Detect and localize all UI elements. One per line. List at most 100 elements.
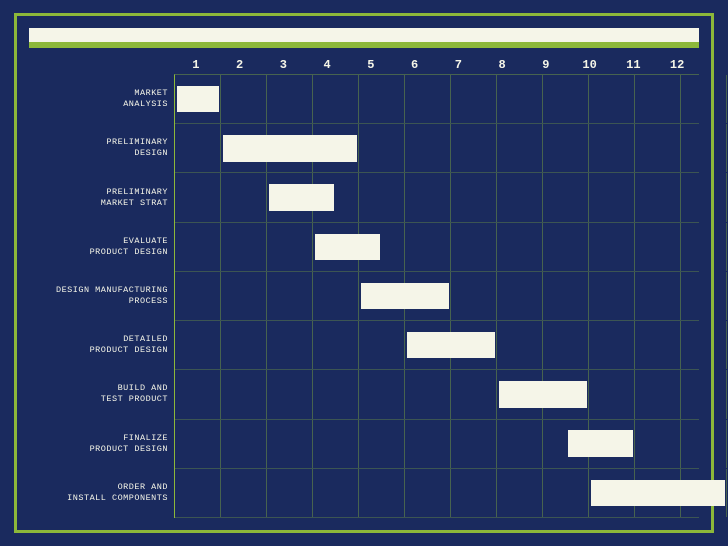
gantt-cell [451, 420, 497, 468]
gantt-cell [313, 321, 359, 369]
row-label: PRELIMINARY DESIGN [30, 137, 168, 159]
gantt-cell [497, 173, 543, 221]
gantt-cell [635, 75, 681, 123]
gantt-cell [405, 420, 451, 468]
gantt-row: DETAILED PRODUCT DESIGN [175, 321, 699, 370]
gantt-cell [543, 272, 589, 320]
gantt-cell [681, 420, 727, 468]
col-header: 7 [437, 56, 481, 74]
gantt-bar [223, 135, 357, 162]
gantt-cell [497, 469, 543, 517]
gantt-cell [497, 124, 543, 172]
col-header: 3 [262, 56, 306, 74]
gantt-row: FINALIZE PRODUCT DESIGN [175, 420, 699, 469]
gantt-cell [497, 272, 543, 320]
gantt-cell [359, 469, 405, 517]
gantt-cell [221, 469, 267, 517]
col-header: 9 [524, 56, 568, 74]
gantt-cell [175, 370, 221, 418]
gantt-bar [177, 86, 219, 113]
gantt-cell [681, 173, 727, 221]
gantt-cell [359, 173, 405, 221]
gantt-cell [589, 321, 635, 369]
gantt-cell [359, 75, 405, 123]
gantt-cell [589, 370, 635, 418]
gantt-row: MARKET ANALYSIS [175, 75, 699, 124]
gantt-cell [589, 223, 635, 271]
gantt-cell [175, 124, 221, 172]
gantt-cell [359, 370, 405, 418]
col-header: 1 [174, 56, 218, 74]
gantt-cell [543, 124, 589, 172]
gantt-cell [635, 420, 681, 468]
gantt-cell [589, 124, 635, 172]
gantt-cell [221, 370, 267, 418]
gantt-cell [359, 124, 405, 172]
gantt-cell [405, 370, 451, 418]
gantt-bar [591, 480, 725, 507]
gantt-cell [497, 75, 543, 123]
col-header: 8 [480, 56, 524, 74]
column-headers: 123456789101112 [174, 56, 699, 74]
gantt-grid: MARKET ANALYSISPRELIMINARY DESIGNPRELIMI… [174, 74, 699, 518]
gantt-cell [635, 173, 681, 221]
gantt-cell [543, 469, 589, 517]
gantt-cell [405, 223, 451, 271]
gantt-bar [407, 332, 495, 359]
chart-area: 123456789101112 MARKET ANALYSISPRELIMINA… [29, 56, 699, 518]
gantt-cell [359, 420, 405, 468]
gantt-row: DESIGN MANUFACTURING PROCESS [175, 272, 699, 321]
gantt-cell [405, 469, 451, 517]
gantt-cell [175, 173, 221, 221]
gantt-cell [267, 223, 313, 271]
gantt-cell [635, 124, 681, 172]
gantt-cell [497, 321, 543, 369]
gantt-cell [221, 223, 267, 271]
gantt-cell [635, 321, 681, 369]
gantt-row: PRELIMINARY MARKET STRAT [175, 173, 699, 222]
gantt-cell [451, 272, 497, 320]
gantt-cell [451, 124, 497, 172]
col-header: 4 [305, 56, 349, 74]
row-label: EVALUATE PRODUCT DESIGN [30, 236, 168, 258]
gantt-bar [499, 381, 587, 408]
col-header: 2 [218, 56, 262, 74]
gantt-cell [681, 321, 727, 369]
gantt-cell [221, 173, 267, 221]
gantt-cell [681, 124, 727, 172]
gantt-cell [589, 75, 635, 123]
gantt-cell [313, 370, 359, 418]
gantt-bar [315, 234, 380, 261]
gantt-cell [451, 223, 497, 271]
row-label: FINALIZE PRODUCT DESIGN [30, 433, 168, 455]
gantt-cell [589, 173, 635, 221]
gantt-cell [175, 321, 221, 369]
gantt-cell [267, 370, 313, 418]
gantt-cell [681, 272, 727, 320]
gantt-cell [451, 173, 497, 221]
gantt-cell [313, 75, 359, 123]
gantt-cell [681, 370, 727, 418]
col-header: 5 [349, 56, 393, 74]
subtitle-bar [29, 42, 699, 48]
gantt-cell [635, 370, 681, 418]
gantt-cell [543, 223, 589, 271]
gantt-cell [405, 75, 451, 123]
gantt-cell [313, 469, 359, 517]
col-header: 6 [393, 56, 437, 74]
row-label: MARKET ANALYSIS [30, 88, 168, 110]
gantt-cell [267, 272, 313, 320]
col-header: 12 [655, 56, 699, 74]
gantt-cell [589, 272, 635, 320]
gantt-cell [451, 370, 497, 418]
gantt-cell [267, 75, 313, 123]
gantt-row: BUILD AND TEST PRODUCT [175, 370, 699, 419]
col-header: 10 [568, 56, 612, 74]
row-label: DESIGN MANUFACTURING PROCESS [30, 285, 168, 307]
chart-container: 123456789101112 MARKET ANALYSISPRELIMINA… [14, 13, 714, 533]
gantt-row: EVALUATE PRODUCT DESIGN [175, 223, 699, 272]
gantt-bar [361, 283, 449, 310]
col-header: 11 [612, 56, 656, 74]
gantt-cell [451, 75, 497, 123]
row-label: BUILD AND TEST PRODUCT [30, 383, 168, 405]
